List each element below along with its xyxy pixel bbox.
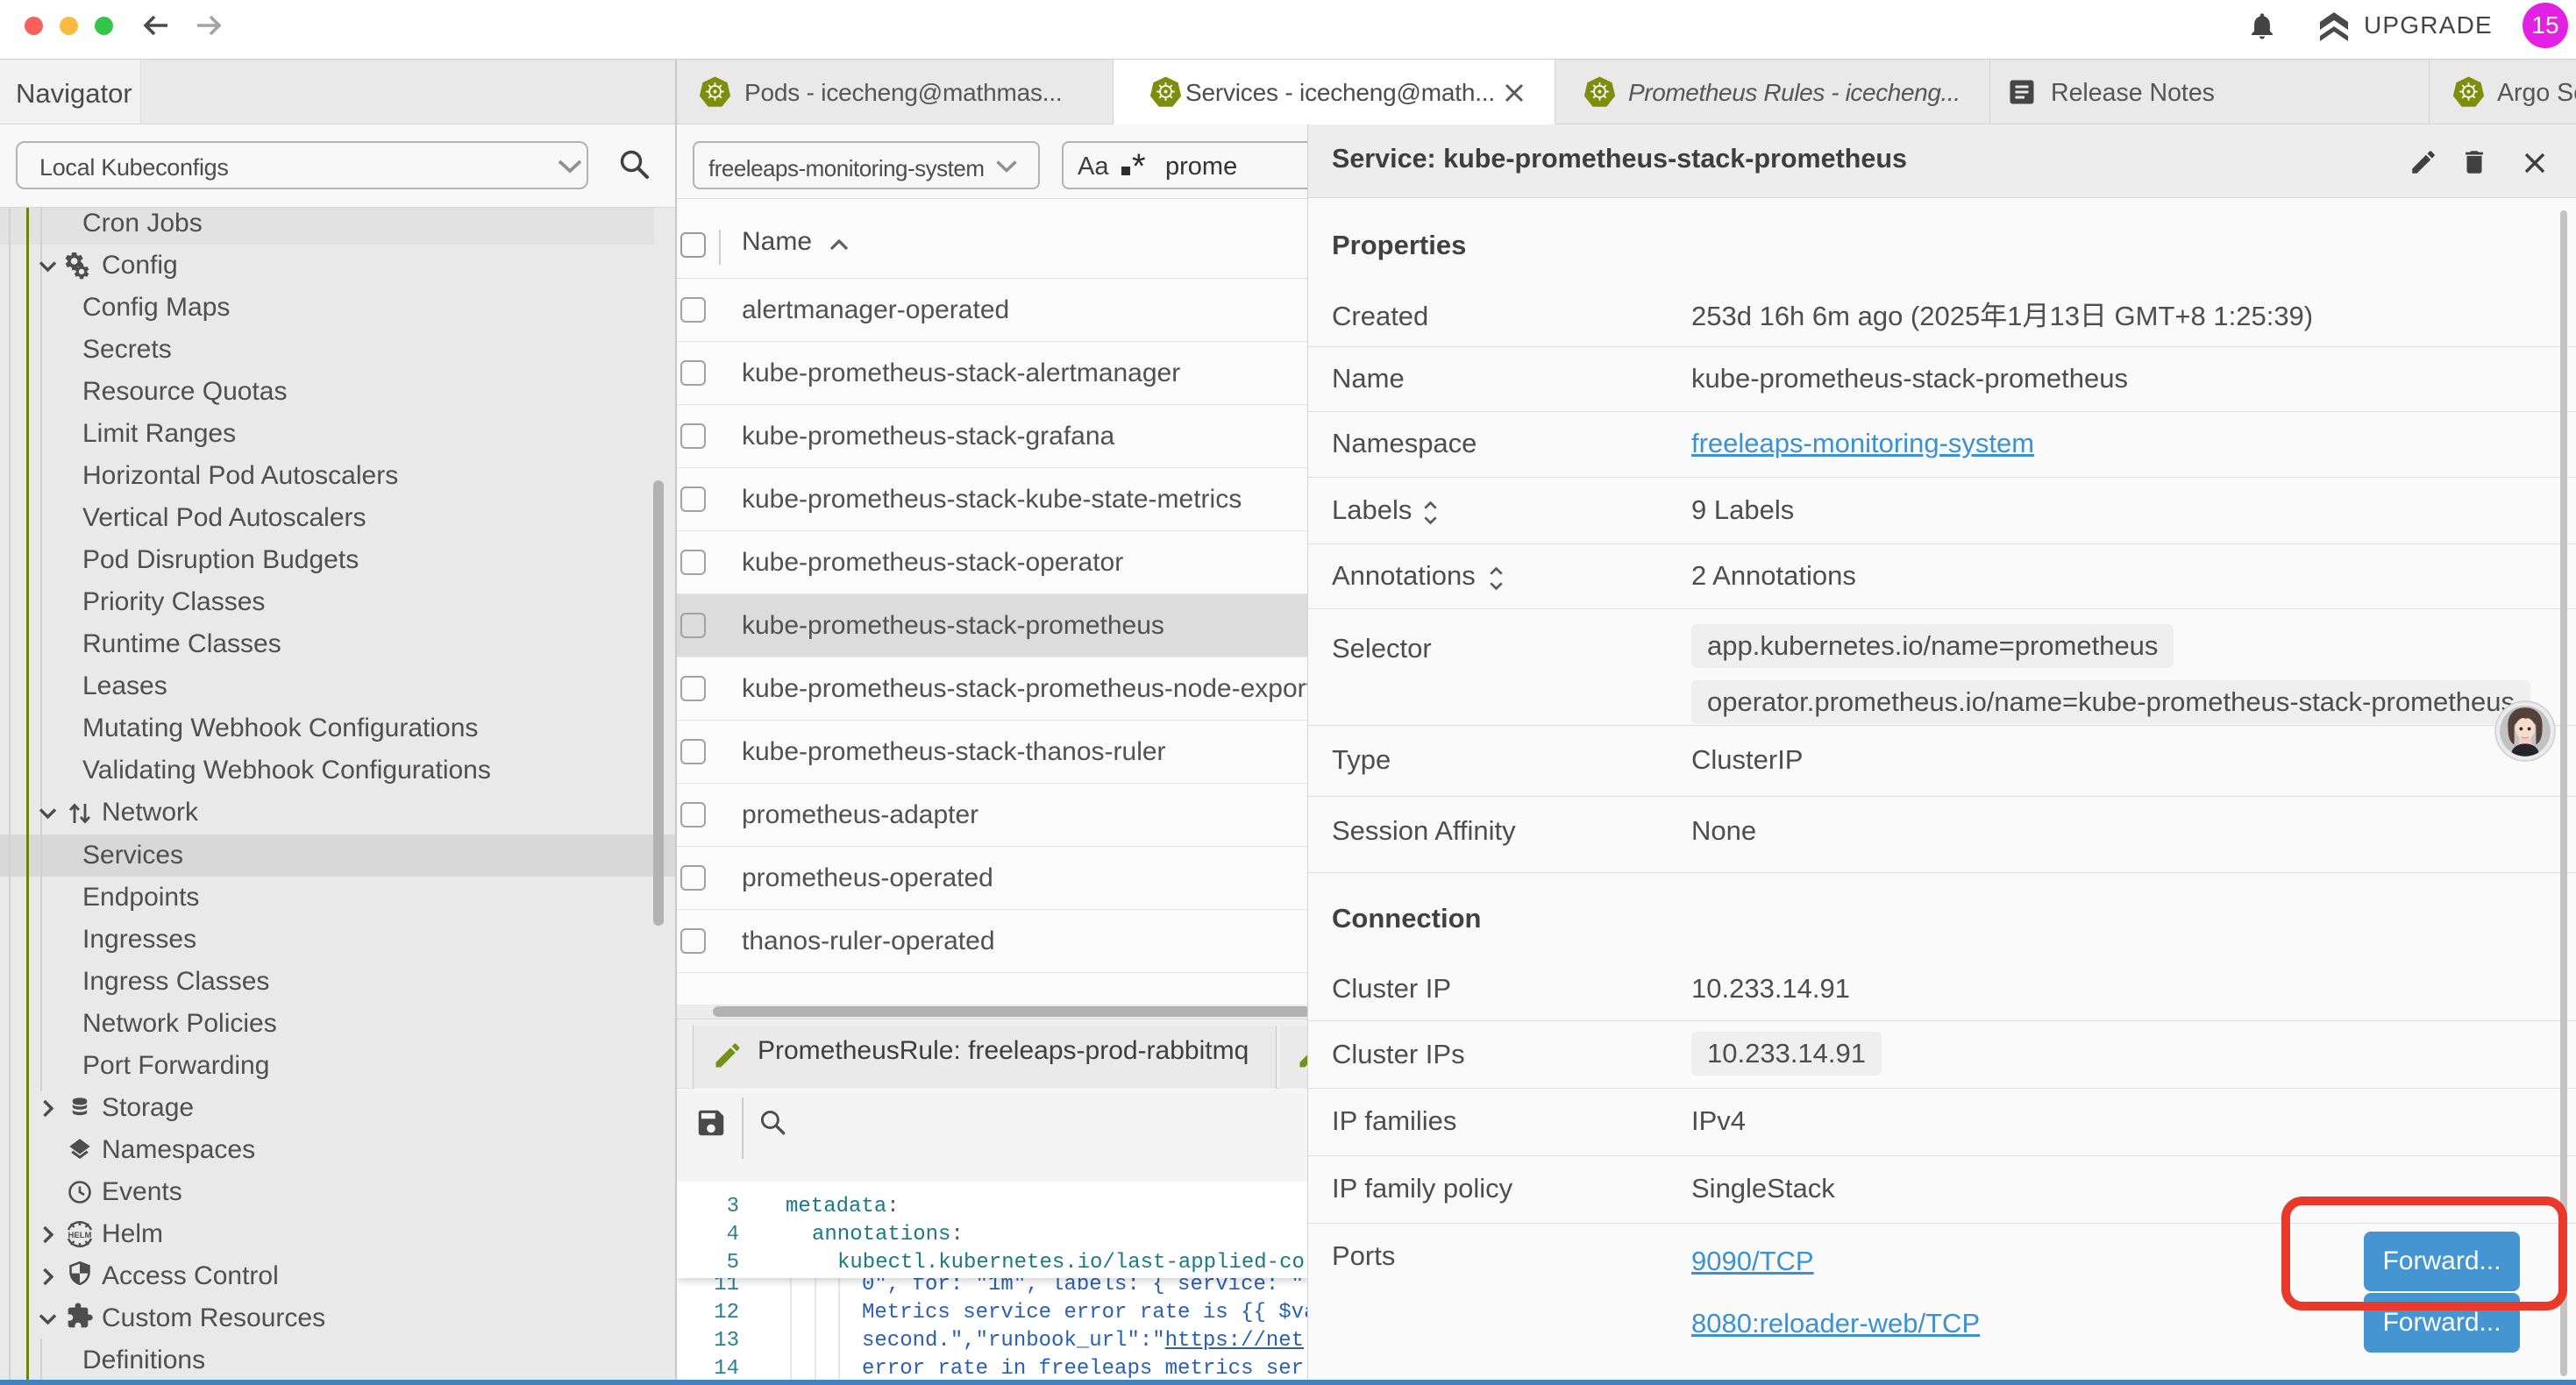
svg-text:HELM: HELM bbox=[68, 1231, 92, 1240]
